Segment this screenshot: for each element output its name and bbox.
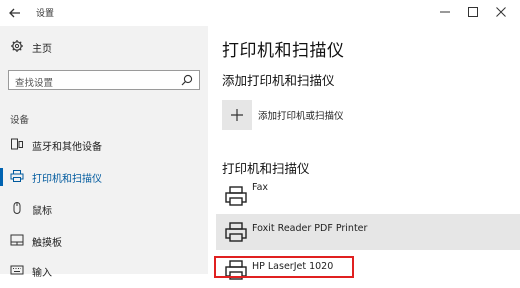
maximize-icon[interactable] (462, 3, 484, 21)
plus-icon (231, 109, 243, 121)
printer-name: Foxit Reader PDF Printer (252, 223, 368, 234)
add-printer-label[interactable]: 添加打印机或扫描仪 (258, 108, 344, 122)
back-arrow-icon[interactable] (6, 4, 24, 22)
sidebar-item-home[interactable]: 主页 (0, 34, 208, 60)
search-input[interactable]: 查找设置 (8, 70, 200, 90)
sidebar-item-label: 输入 (32, 268, 52, 279)
printer-icon (225, 186, 247, 206)
printer-icon (10, 170, 24, 182)
page-title: 打印机和扫描仪 (222, 41, 345, 61)
bluetooth-devices-icon (11, 138, 23, 150)
window-title: 设置 (36, 9, 55, 19)
keyboard-icon (10, 265, 24, 275)
highlight-box (214, 256, 354, 278)
printer-name: Fax (252, 182, 269, 193)
mouse-icon (13, 202, 21, 214)
gear-icon (11, 40, 23, 52)
main-content: 打印机和扫描仪 添加打印机和扫描仪 添加打印机或扫描仪 打印机和扫描仪 Fax … (208, 26, 520, 280)
section-label-devices: 设备 (10, 115, 30, 126)
sidebar-item-input[interactable]: 输入 (0, 258, 208, 284)
sidebar-item-label: 鼠标 (32, 206, 52, 217)
printer-item-foxit[interactable]: Foxit Reader PDF Printer (216, 214, 520, 250)
close-icon[interactable] (490, 3, 512, 21)
title-bar: 设置 (0, 0, 520, 26)
sidebar-home-label: 主页 (32, 44, 52, 55)
search-placeholder: 查找设置 (15, 78, 54, 89)
printers-section-title: 打印机和扫描仪 (222, 161, 310, 176)
printer-item-fax[interactable]: Fax (216, 178, 520, 214)
printer-icon (225, 222, 247, 242)
search-icon (181, 74, 193, 86)
active-indicator (0, 168, 3, 186)
sidebar-item-label: 打印机和扫描仪 (32, 174, 102, 185)
sidebar-item-mouse[interactable]: 鼠标 (0, 196, 208, 222)
add-section-title: 添加打印机和扫描仪 (222, 73, 335, 88)
add-printer-button[interactable] (222, 100, 252, 130)
sidebar-item-label: 触摸板 (32, 238, 62, 249)
sidebar: 主页 查找设置 设备 蓝牙和其他设备 打印机和扫描仪 鼠标 触摸板 输入 (0, 26, 208, 279)
minimize-icon[interactable] (434, 3, 456, 21)
touchpad-icon (10, 234, 24, 246)
sidebar-item-printers[interactable]: 打印机和扫描仪 (0, 164, 208, 190)
sidebar-item-label: 蓝牙和其他设备 (32, 142, 102, 153)
sidebar-item-touchpad[interactable]: 触摸板 (0, 228, 208, 254)
sidebar-item-bluetooth[interactable]: 蓝牙和其他设备 (0, 132, 208, 158)
